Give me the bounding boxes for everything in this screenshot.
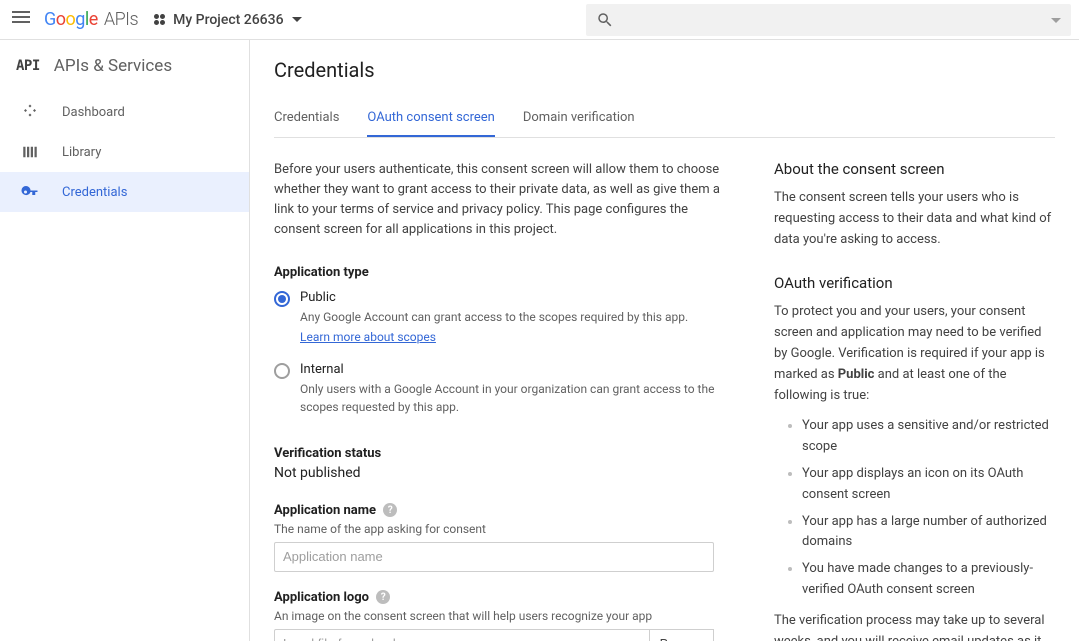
- oauth-verification-p2: The verification process may take up to …: [774, 611, 1055, 641]
- project-picker-icon: [154, 14, 165, 25]
- sidebar-title: APIs & Services: [54, 56, 172, 76]
- sidebar-item-credentials[interactable]: Credentials: [0, 172, 249, 212]
- project-name: My Project 26636: [173, 12, 283, 28]
- page-title: Credentials: [274, 40, 1055, 100]
- sidebar-item-label: Library: [62, 145, 101, 160]
- hamburger-menu-icon[interactable]: [8, 8, 32, 32]
- about-consent-heading: About the consent screen: [774, 160, 1055, 178]
- sidebar: API APIs & Services Dashboard Library Cr…: [0, 40, 250, 641]
- app-name-help: The name of the app asking for consent: [274, 522, 734, 536]
- app-name-label: Application name ?: [274, 503, 734, 518]
- search-box[interactable]: [586, 4, 1071, 36]
- key-icon: [20, 182, 40, 202]
- oauth-verification-p1: To protect you and your users, your cons…: [774, 302, 1055, 406]
- verification-status-label: Verification status: [274, 446, 734, 461]
- radio-public[interactable]: [274, 291, 290, 307]
- application-name-input[interactable]: [274, 542, 714, 572]
- tab-oauth-consent[interactable]: OAuth consent screen: [367, 100, 494, 137]
- oauth-bullet: You have made changes to a previously-ve…: [802, 559, 1055, 601]
- info-icon[interactable]: ?: [376, 590, 390, 604]
- sidebar-item-dashboard[interactable]: Dashboard: [0, 92, 249, 132]
- tab-credentials[interactable]: Credentials: [274, 100, 339, 137]
- intro-text: Before your users authenticate, this con…: [274, 160, 734, 241]
- sidebar-header: API APIs & Services: [0, 40, 249, 92]
- app-logo-label: Application logo ?: [274, 590, 734, 605]
- sidebar-item-label: Dashboard: [62, 105, 125, 120]
- chevron-down-icon: [292, 17, 302, 22]
- sidebar-item-library[interactable]: Library: [0, 132, 249, 172]
- app-logo-help: An image on the consent screen that will…: [274, 609, 734, 623]
- library-icon: [20, 142, 40, 162]
- verification-status-value: Not published: [274, 465, 734, 481]
- google-apis-logo: Google APIs: [44, 9, 138, 30]
- radio-internal-desc: Only users with a Google Account in your…: [300, 380, 734, 416]
- oauth-bullet: Your app has a large number of authorize…: [802, 512, 1055, 554]
- sidebar-item-label: Credentials: [62, 185, 127, 200]
- oauth-verification-bullets: Your app uses a sensitive and/or restric…: [774, 416, 1055, 600]
- browse-button[interactable]: Browse: [650, 629, 714, 641]
- search-dropdown-icon[interactable]: [1043, 12, 1061, 27]
- application-logo-path-input[interactable]: [274, 629, 650, 641]
- radio-internal-label: Internal: [300, 362, 734, 377]
- tab-domain-verification[interactable]: Domain verification: [523, 100, 635, 137]
- search-icon: [596, 11, 614, 29]
- app-type-label: Application type: [274, 265, 734, 280]
- oauth-verification-heading: OAuth verification: [774, 274, 1055, 292]
- radio-public-label: Public: [300, 290, 688, 305]
- oauth-bullet: Your app uses a sensitive and/or restric…: [802, 416, 1055, 458]
- tabs: Credentials OAuth consent screen Domain …: [274, 100, 1055, 138]
- radio-public-desc: Any Google Account can grant access to t…: [300, 308, 688, 326]
- project-picker[interactable]: My Project 26636: [154, 12, 301, 28]
- oauth-bullet: Your app displays an icon on its OAuth c…: [802, 464, 1055, 506]
- info-icon[interactable]: ?: [383, 503, 397, 517]
- api-logo-icon: API: [16, 58, 40, 74]
- dashboard-icon: [20, 102, 40, 122]
- learn-scopes-link[interactable]: Learn more about scopes: [300, 330, 688, 344]
- radio-internal[interactable]: [274, 363, 290, 379]
- about-consent-text: The consent screen tells your users who …: [774, 188, 1055, 250]
